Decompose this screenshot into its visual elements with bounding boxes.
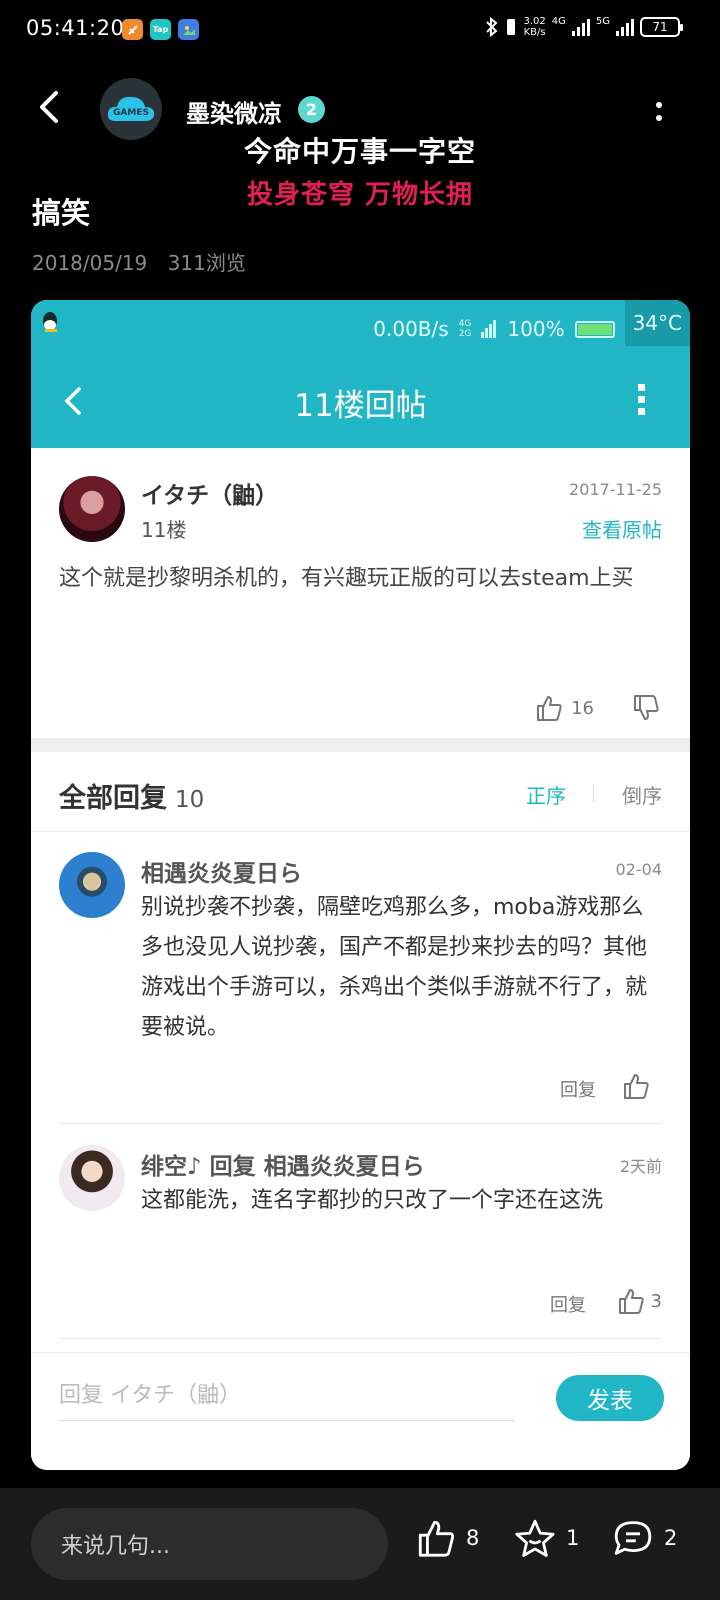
comments-button[interactable]: 2 (612, 1518, 677, 1558)
comment-input[interactable]: 来说几句... (31, 1508, 388, 1580)
taptap-app-icon: Tap (150, 19, 171, 40)
reply-text: 别说抄袭不抄袭，隔壁吃鸡那么多，moba游戏那么多也没见人说抄袭，国产不都是抄来… (141, 895, 648, 1040)
status-time: 05:41:20 (26, 16, 125, 40)
floor-author-avatar (59, 476, 125, 542)
gallery-app-icon (178, 19, 199, 40)
svg-text:GAMES: GAMES (113, 108, 149, 118)
back-arrow-icon[interactable] (34, 90, 68, 124)
qq-icon (43, 312, 57, 332)
section-divider (31, 738, 690, 752)
user-level-badge: 2 (298, 96, 325, 123)
reply-date: 2天前 (619, 1157, 662, 1176)
floor-number: 11楼 (141, 518, 187, 542)
signal-5g-icon (616, 18, 634, 36)
battery-icon: 71 (640, 17, 683, 37)
reply-text: 这都能洗，连名字都抄的只改了一个字还在这洗 (141, 1188, 604, 1213)
reply-author: 绯空♪ 回复 相遇炎炎夏日ら (141, 1154, 425, 1180)
comment-count: 2 (664, 1526, 678, 1550)
thumbs-up-icon (418, 1520, 454, 1557)
thumbs-up-icon (618, 1289, 644, 1314)
screenshot-nav-title: 11楼回帖 (294, 388, 427, 424)
thumbs-down-icon (634, 695, 659, 720)
screenshot-signal-icon (481, 320, 497, 338)
post-meta: 2018/05/19 311浏览 (32, 247, 246, 276)
floor-post: イタチ（鼬） 11楼 2017-11-25 查看原帖 这个就是抄黎明杀机的，有兴… (31, 448, 690, 738)
reply-item: 绯空♪ 回复 相遇炎炎夏日ら 2天前 这都能洗，连名字都抄的只改了一个字还在这洗… (31, 1125, 690, 1339)
screenshot-net-type: 4G 2G (458, 319, 472, 339)
screenshot-temperature: 34°C (624, 300, 690, 346)
floor-date: 2017-11-25 (569, 480, 662, 499)
floor-like: 16 (535, 694, 594, 722)
vibrate-icon (507, 19, 516, 35)
reply-divider (59, 1338, 662, 1339)
sort-separator (593, 784, 594, 802)
reply-button: 回复 (550, 1295, 586, 1316)
status-bar: 05:41:20 Tap 3.02 KB/s 4G 5G 71 (0, 0, 720, 60)
reply-divider (59, 1123, 662, 1124)
post-views: 311浏览 (167, 251, 246, 275)
reply-button: 回复 (560, 1080, 596, 1101)
reply-like (622, 1072, 656, 1100)
signature-line-1: 今命中万事一字空 (243, 135, 476, 168)
favorite-count: 1 (566, 1526, 580, 1550)
thumbs-up-icon (624, 1074, 649, 1099)
net-speed: 3.02 KB/s (523, 16, 546, 38)
replies-count: 10 (175, 787, 205, 813)
screenshot-net-speed: 0.00B/s (373, 317, 449, 341)
screenshot-publish-button: 发表 (556, 1375, 664, 1421)
replies-header: 全部回复 10 正序 倒序 (31, 752, 690, 832)
signal-4g-icon (571, 18, 590, 36)
screenshot-battery-percent: 100% (507, 317, 565, 341)
reply-avatar (59, 852, 125, 918)
signal-4g-label: 4G (551, 16, 566, 27)
reply-item: 相遇炎炎夏日ら 02-04 别说抄袭不抄袭，隔壁吃鸡那么多，moba游戏那么多也… (31, 832, 690, 1124)
floor-text: 这个就是抄黎明杀机的，有兴趣玩正版的可以去steam上买 (59, 566, 634, 591)
bottom-action-bar: 来说几句... 8 1 2 (0, 1488, 720, 1600)
like-button[interactable]: 8 (416, 1518, 479, 1558)
star-icon (515, 1519, 555, 1557)
sort-descending: 倒序 (622, 784, 662, 808)
screenshot-battery-icon (574, 320, 615, 338)
favorite-button[interactable]: 1 (514, 1518, 579, 1558)
screenshot-more-icon (638, 384, 646, 420)
post-title: 搞笑 (32, 196, 91, 230)
view-original-link: 查看原帖 (582, 518, 662, 542)
bluetooth-icon (486, 16, 498, 38)
floor-author-name: イタチ（鼬） (141, 483, 279, 509)
screenshot-nav-bar: 11楼回帖 (31, 352, 690, 448)
games-cloud-icon: GAMES (107, 96, 155, 121)
screenshot-status-bar: 0.00B/s 4G 2G 100% 34°C (31, 300, 690, 352)
reply-like: 3 (617, 1287, 662, 1315)
status-indicators: 3.02 KB/s 4G 5G 71 (485, 16, 683, 38)
replies-title: 全部回复 10 (59, 783, 205, 814)
sort-ascending: 正序 (526, 784, 566, 808)
thumbs-up-icon (537, 696, 562, 721)
comment-bubble-icon (614, 1521, 652, 1555)
reply-date: 02-04 (615, 860, 663, 879)
reply-author: 相遇炎炎夏日ら (141, 861, 302, 887)
author-name[interactable]: 墨染微凉 (186, 94, 282, 129)
post-date: 2018/05/19 (32, 251, 148, 275)
signature-line-2: 投身苍穹 万物长拥 (246, 180, 474, 210)
post-screenshot-image[interactable]: 0.00B/s 4G 2G 100% 34°C 11楼回帖 イタチ（鼬） 11楼… (31, 300, 690, 1470)
notification-app-icon (122, 19, 143, 40)
screenshot-reply-input (59, 1371, 515, 1421)
like-count: 8 (466, 1526, 480, 1550)
screenshot-reply-bar: 发表 (31, 1352, 690, 1470)
reply-avatar (59, 1145, 125, 1211)
more-options-icon[interactable] (654, 102, 664, 128)
signal-5g-label: 5G (595, 16, 610, 27)
